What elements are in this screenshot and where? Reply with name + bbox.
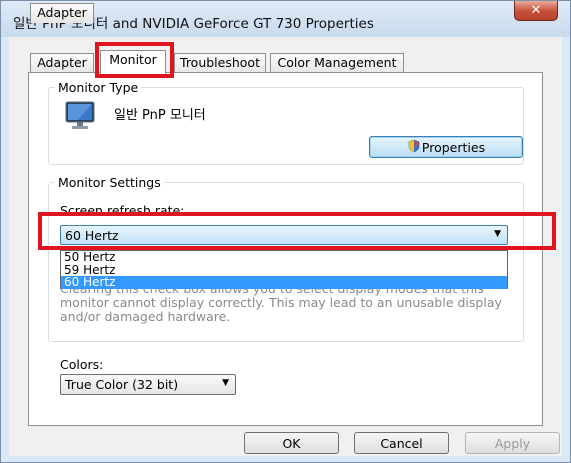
close-button[interactable]: ✕ xyxy=(514,1,558,21)
properties-label: Properties xyxy=(421,139,486,155)
tab-label: Monitor xyxy=(109,52,157,67)
colors-label: Colors: xyxy=(60,357,104,372)
refresh-rate-label: Screen refresh rate: xyxy=(60,203,185,218)
tab-label: Adapter xyxy=(37,5,87,20)
ok-button[interactable]: OK xyxy=(244,432,339,454)
monitor-name: 일반 PnP 모니터 xyxy=(114,108,206,123)
tab-label: Troubleshoot xyxy=(180,55,260,70)
tab-label: Color Management xyxy=(277,55,397,70)
monitor-icon xyxy=(64,100,100,135)
chevron-down-icon: ▼ xyxy=(222,378,229,388)
refresh-rate-value: 60 Hertz xyxy=(65,228,119,243)
refresh-rate-dropdown-list: 50 Hertz 59 Hertz 60 Hertz xyxy=(60,250,508,289)
monitor-settings-label: Monitor Settings xyxy=(55,175,164,190)
tab-adapter[interactable]: Adapter xyxy=(30,3,94,23)
monitor-properties-button[interactable]: Properties xyxy=(369,136,523,158)
ok-label: OK xyxy=(282,435,301,451)
cancel-button[interactable]: Cancel xyxy=(354,432,449,454)
chevron-down-icon: ▼ xyxy=(494,229,501,239)
tab-troubleshoot[interactable]: Troubleshoot xyxy=(174,53,266,73)
cancel-label: Cancel xyxy=(380,435,423,451)
tab-color-management[interactable]: Color Management xyxy=(270,53,404,73)
refresh-option-59[interactable]: 59 Hertz xyxy=(61,264,507,277)
uac-shield-icon xyxy=(407,139,421,156)
close-icon: ✕ xyxy=(530,3,542,18)
monitor-type-label: Monitor Type xyxy=(55,80,142,95)
colors-value: True Color (32 bit) xyxy=(65,377,179,392)
refresh-option-50[interactable]: 50 Hertz xyxy=(61,251,507,264)
refresh-rate-select[interactable]: 60 Hertz ▼ xyxy=(60,225,508,245)
colors-select[interactable]: True Color (32 bit) ▼ xyxy=(60,374,236,395)
apply-button[interactable]: Apply xyxy=(465,432,560,454)
apply-label: Apply xyxy=(494,435,531,451)
tab-monitor[interactable]: Monitor xyxy=(100,50,166,74)
tab-label: Adapter xyxy=(37,55,87,70)
tab-adapter-bg: Adapter xyxy=(30,53,94,73)
refresh-option-60[interactable]: 60 Hertz xyxy=(61,276,507,289)
